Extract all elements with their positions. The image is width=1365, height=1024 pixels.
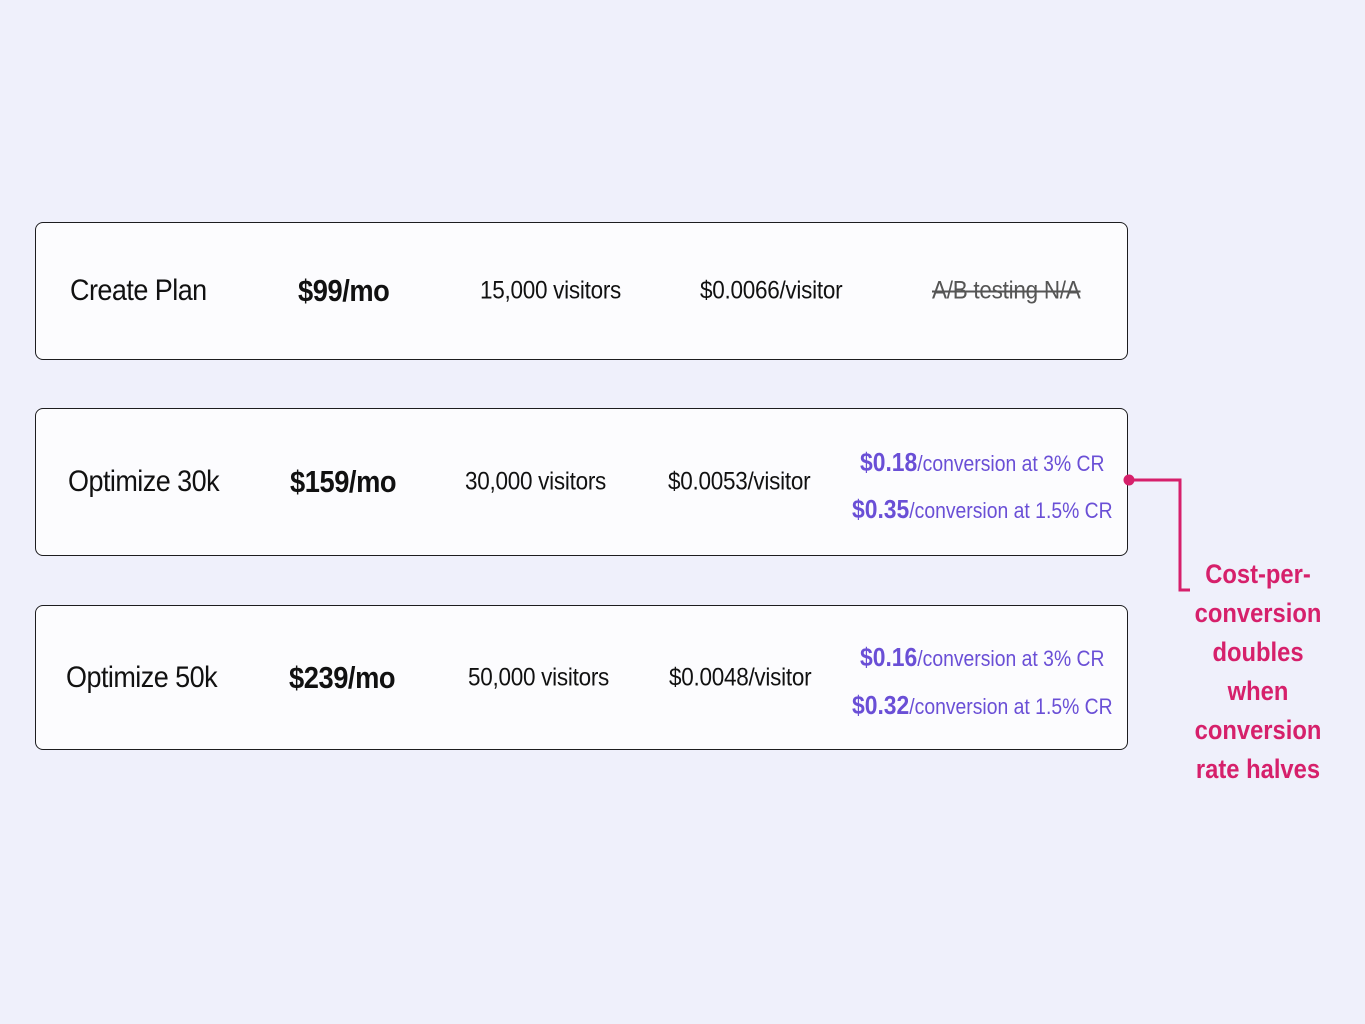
callout-line: Cost-per-: [1205, 559, 1311, 589]
conversion-suffix: /conversion at 3% CR: [917, 646, 1105, 671]
plan-card-create: Create Plan $99/mo 15,000 visitors $0.00…: [35, 222, 1128, 360]
plan-per-visitor-cost: $0.0053/visitor: [668, 467, 811, 496]
plan-per-visitor-cost: $0.0066/visitor: [700, 276, 843, 305]
conversion-amount: $0.32: [852, 690, 910, 720]
callout-line: doubles when: [1212, 637, 1304, 706]
callout-line: conversion: [1194, 715, 1322, 745]
conversion-amount: $0.18: [860, 447, 918, 477]
conversion-cost-3pct: $0.18/conversion at 3% CR: [860, 447, 1105, 478]
plan-per-visitor-cost: $0.0048/visitor: [669, 663, 812, 691]
plan-visitors: 50,000 visitors: [468, 663, 610, 691]
conversion-cost-3pct: $0.16/conversion at 3% CR: [860, 642, 1105, 673]
callout-line: conversion: [1194, 598, 1322, 628]
ab-testing-unavailable: A/B testing N/A: [932, 276, 1081, 305]
plan-card-optimize-30k: Optimize 30k $159/mo 30,000 visitors $0.…: [35, 408, 1128, 556]
plan-name: Optimize 30k: [68, 465, 220, 498]
conversion-amount: $0.35: [852, 494, 910, 524]
plan-visitors: 15,000 visitors: [480, 276, 622, 305]
callout-annotation: Cost-per- conversion doubles when conver…: [1189, 555, 1326, 789]
callout-connector: [1123, 474, 1190, 592]
plan-name: Create Plan: [70, 274, 207, 307]
plan-price: $99/mo: [298, 273, 390, 308]
conversion-amount: $0.16: [860, 642, 918, 672]
conversion-cost-1-5pct: $0.35/conversion at 1.5% CR: [852, 494, 1113, 525]
conversion-suffix: /conversion at 1.5% CR: [909, 498, 1113, 523]
plan-price: $159/mo: [290, 464, 397, 499]
conversion-suffix: /conversion at 1.5% CR: [909, 694, 1113, 719]
plan-price: $239/mo: [289, 659, 396, 695]
conversion-suffix: /conversion at 3% CR: [917, 451, 1105, 476]
plan-visitors: 30,000 visitors: [465, 467, 607, 496]
plan-name: Optimize 50k: [66, 660, 218, 694]
conversion-cost-1-5pct: $0.32/conversion at 1.5% CR: [852, 690, 1113, 721]
plan-card-optimize-50k: Optimize 50k $239/mo 50,000 visitors $0.…: [35, 605, 1128, 750]
callout-line: rate halves: [1195, 754, 1321, 784]
callout-bracket-line: [1129, 478, 1190, 592]
